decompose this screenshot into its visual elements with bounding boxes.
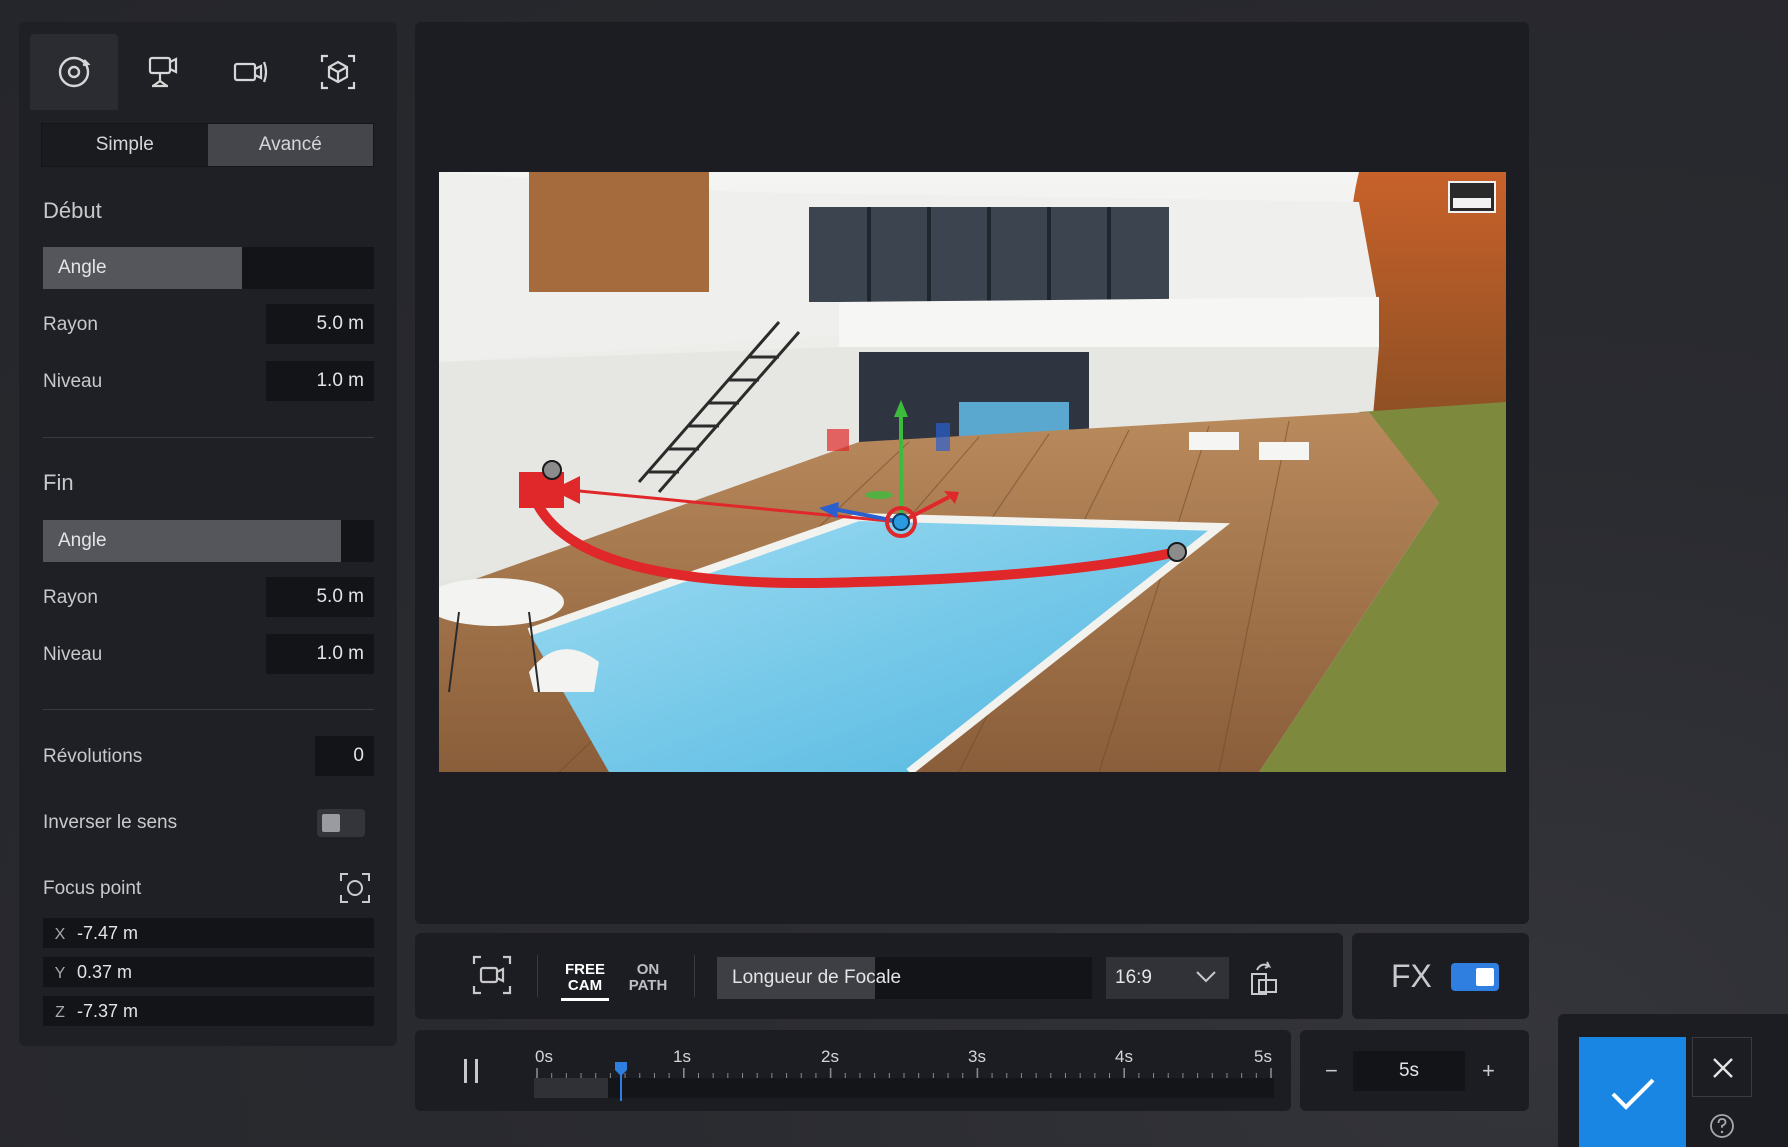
- start-angle-slider[interactable]: Angle: [43, 247, 374, 289]
- reverse-direction-toggle[interactable]: [317, 809, 365, 837]
- focus-z-value: -7.37 m: [77, 1001, 139, 1021]
- z-axis-label: Z: [55, 1004, 65, 1021]
- tick-label: 3s: [968, 1047, 986, 1066]
- tick-label: 1s: [673, 1047, 691, 1066]
- end-level-input[interactable]: 1.0 m: [266, 634, 374, 674]
- free-cam-line2: CAM: [567, 977, 603, 994]
- focus-x-value: -7.47 m: [77, 923, 139, 943]
- duration-decrease-button[interactable]: −: [1325, 1058, 1338, 1084]
- camera-tabs: [30, 34, 386, 110]
- on-path-line1: ON: [636, 961, 660, 978]
- free-cam-button[interactable]: FREE CAM: [561, 962, 609, 994]
- focus-x-field[interactable]: X -7.47 m: [43, 918, 374, 948]
- close-icon: [1713, 1058, 1733, 1078]
- capture-frame-icon[interactable]: [472, 955, 512, 995]
- orbit-camera-icon: [58, 56, 91, 88]
- video-camera-icon: [233, 61, 268, 83]
- scene-render: [439, 172, 1506, 772]
- toggle-knob: [1476, 968, 1494, 986]
- end-section-title: Fin: [43, 470, 74, 495]
- lounge-chair: [1189, 432, 1239, 450]
- tab-orbit[interactable]: [30, 34, 118, 110]
- focus-z-field[interactable]: Z -7.37 m: [43, 996, 374, 1026]
- focus-point-label: Focus point: [43, 878, 142, 899]
- focal-length-slider[interactable]: Longueur de Focale: [717, 957, 1092, 999]
- duration-increase-button[interactable]: +: [1482, 1058, 1495, 1084]
- focal-length-label: Longueur de Focale: [732, 967, 902, 988]
- separator: [694, 955, 695, 997]
- start-radius-input[interactable]: 5.0 m: [266, 304, 374, 344]
- end-radius-input[interactable]: 5.0 m: [266, 577, 374, 617]
- path-start-handle[interactable]: [542, 460, 562, 480]
- separator: [537, 955, 538, 997]
- start-section-title: Début: [43, 198, 102, 223]
- end-radius-label: Rayon: [43, 587, 98, 608]
- tick-label: 4s: [1115, 1047, 1133, 1066]
- end-level-label: Niveau: [43, 644, 103, 665]
- rotate-orientation-icon[interactable]: [1249, 960, 1279, 996]
- end-angle-slider[interactable]: Angle: [43, 520, 374, 562]
- tick-label: 2s: [821, 1047, 839, 1066]
- path-end-handle[interactable]: [1167, 542, 1187, 562]
- fx-panel: [1352, 933, 1529, 1019]
- camera-settings-panel: Simple Avancé Début Angle Rayon 5.0 m Ni…: [19, 22, 397, 1046]
- aspect-ratio-value: 16:9: [1115, 967, 1152, 988]
- start-radius-label: Rayon: [43, 314, 98, 335]
- focus-target-icon[interactable]: [339, 872, 371, 904]
- confirm-button[interactable]: [1579, 1037, 1686, 1147]
- x-axis-label: X: [54, 926, 66, 943]
- pause-icon: [464, 1059, 467, 1083]
- divider: [43, 437, 374, 438]
- chevron-down-icon: [1196, 971, 1216, 983]
- help-icon[interactable]: [1709, 1113, 1735, 1139]
- minimap-icon[interactable]: [1448, 181, 1496, 213]
- divider: [43, 709, 374, 710]
- timeline-ruler: [536, 1068, 1272, 1078]
- pause-button[interactable]: [461, 1059, 481, 1083]
- cube-camera-icon: [320, 54, 356, 90]
- timeline-track[interactable]: [534, 1078, 1274, 1098]
- on-path-line2: PATH: [628, 977, 668, 994]
- revolutions-label: Révolutions: [43, 746, 143, 767]
- wood-cladding: [529, 172, 709, 292]
- tab-cube[interactable]: [294, 34, 382, 110]
- playhead-marker[interactable]: [614, 1061, 628, 1101]
- focus-y-value: 0.37 m: [77, 962, 133, 982]
- timeline-progress: [534, 1078, 608, 1098]
- on-path-button[interactable]: ON PATH: [624, 962, 672, 994]
- start-angle-label: Angle: [58, 257, 107, 278]
- revolutions-input[interactable]: 0: [315, 736, 374, 776]
- tab-video[interactable]: [206, 34, 294, 110]
- aspect-ratio-select[interactable]: 16:9: [1106, 957, 1229, 999]
- toggle-knob: [322, 814, 340, 832]
- balcony: [839, 297, 1379, 350]
- cancel-button[interactable]: [1692, 1037, 1752, 1097]
- scene-preview[interactable]: [439, 172, 1506, 772]
- mode-segmented-control: Simple Avancé: [41, 123, 374, 167]
- tick-label: 0s: [535, 1047, 553, 1066]
- mode-simple-button[interactable]: Simple: [42, 124, 208, 166]
- free-cam-line1: FREE: [564, 961, 605, 978]
- duration-value[interactable]: 5s: [1353, 1051, 1465, 1091]
- start-level-input[interactable]: 1.0 m: [266, 361, 374, 401]
- fx-toggle[interactable]: [1451, 963, 1499, 991]
- lounge-chair: [1259, 442, 1309, 460]
- checkmark-icon: [1611, 1078, 1655, 1110]
- reverse-direction-label: Inverser le sens: [43, 812, 178, 833]
- tick-label: 5s: [1254, 1047, 1272, 1066]
- tripod-camera-icon: [148, 56, 178, 88]
- end-angle-label: Angle: [58, 530, 107, 551]
- tab-tripod[interactable]: [118, 34, 206, 110]
- mode-advanced-button[interactable]: Avancé: [207, 124, 373, 166]
- fx-label: FX: [1391, 958, 1432, 994]
- start-level-label: Niveau: [43, 371, 103, 392]
- active-mode-indicator: [561, 998, 609, 1001]
- focus-y-field[interactable]: Y 0.37 m: [43, 957, 374, 987]
- y-axis-label: Y: [54, 965, 66, 982]
